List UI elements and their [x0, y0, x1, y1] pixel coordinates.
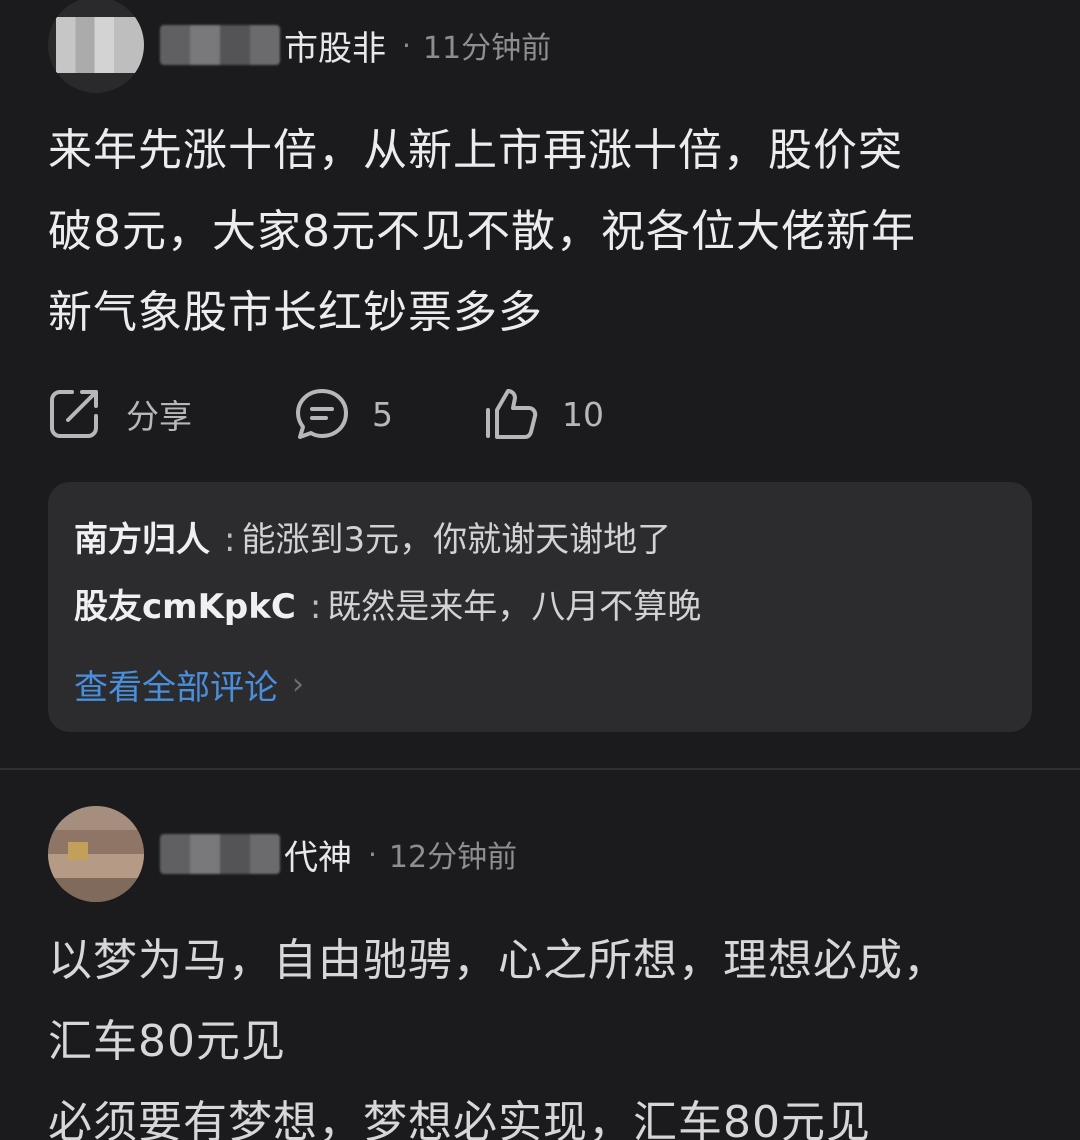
comment-icon	[294, 386, 350, 442]
reply-colon: :	[224, 520, 236, 560]
post-header: 市股非 · 11分钟前	[48, 0, 551, 93]
reply-text: 既然是来年，八月不算晚	[327, 587, 702, 627]
thumbs-up-icon	[484, 386, 540, 442]
view-all-comments-link[interactable]: 查看全部评论 ›	[74, 660, 304, 709]
username[interactable]: 市股非	[284, 21, 386, 70]
like-count: 10	[562, 394, 604, 434]
post-content[interactable]: 以梦为马，自由驰骋，心之所想，理想必成， 汇车80元见 必须要有梦想，梦想必实现…	[48, 920, 1038, 1140]
chevron-right-icon: ›	[292, 667, 304, 702]
header-separator: ·	[368, 837, 377, 871]
avatar-pixelated-image	[56, 17, 144, 73]
post-content-line: 破8元，大家8元不见不散，祝各位大佬新年	[48, 206, 916, 257]
username-redacted	[160, 834, 280, 874]
post-content[interactable]: 来年先涨十倍，从新上市再涨十倍，股价突 破8元，大家8元不见不散，祝各位大佬新年…	[48, 110, 1038, 353]
post-content-line: 必须要有梦想，梦想必实现，汇车80元见	[48, 1097, 871, 1140]
comment-count: 5	[372, 394, 393, 434]
avatar-pixel-detail	[68, 842, 88, 860]
like-button[interactable]: 10	[484, 386, 604, 442]
post-content-line: 汇车80元见	[48, 1016, 286, 1067]
post-content-line: 来年先涨十倍，从新上市再涨十倍，股价突	[48, 125, 903, 176]
post-card: 市股非 · 11分钟前 来年先涨十倍，从新上市再涨十倍，股价突 破8元，大家8元…	[0, 0, 1080, 768]
share-icon	[48, 386, 104, 442]
reply-item[interactable]: 股友cmKpkC: 既然是来年，八月不算晚	[74, 579, 701, 628]
reply-text: 能涨到3元，你就谢天谢地了	[241, 520, 672, 560]
avatar[interactable]	[48, 806, 144, 902]
avatar-pixelated-image	[48, 806, 144, 902]
reply-author[interactable]: 股友cmKpkC	[74, 587, 296, 627]
share-button[interactable]: 分享	[48, 386, 294, 442]
post-card: 代神 · 12分钟前 以梦为马，自由驰骋，心之所想，理想必成， 汇车80元见 必…	[0, 770, 1080, 1140]
header-separator: ·	[402, 28, 411, 62]
replies-preview[interactable]: 南方归人: 能涨到3元，你就谢天谢地了 股友cmKpkC: 既然是来年，八月不算晚 …	[48, 482, 1032, 732]
post-content-line: 以梦为马，自由驰骋，心之所想，理想必成，	[48, 935, 948, 986]
reply-item[interactable]: 南方归人: 能涨到3元，你就谢天谢地了	[74, 512, 671, 561]
reply-colon: :	[309, 587, 322, 627]
reply-author[interactable]: 南方归人	[74, 520, 210, 560]
share-label: 分享	[126, 397, 192, 436]
avatar[interactable]	[48, 0, 144, 93]
post-timestamp: 11分钟前	[422, 31, 552, 66]
post-actions-bar: 分享 5 10	[48, 382, 604, 446]
comment-button[interactable]: 5	[294, 386, 484, 442]
username-redacted	[160, 25, 280, 65]
view-all-comments-label: 查看全部评论	[74, 668, 278, 708]
post-content-line: 新气象股市长红钞票多多	[48, 287, 543, 338]
post-header: 代神 · 12分钟前	[48, 806, 517, 902]
username[interactable]: 代神	[284, 830, 352, 879]
post-timestamp: 12分钟前	[388, 840, 518, 875]
